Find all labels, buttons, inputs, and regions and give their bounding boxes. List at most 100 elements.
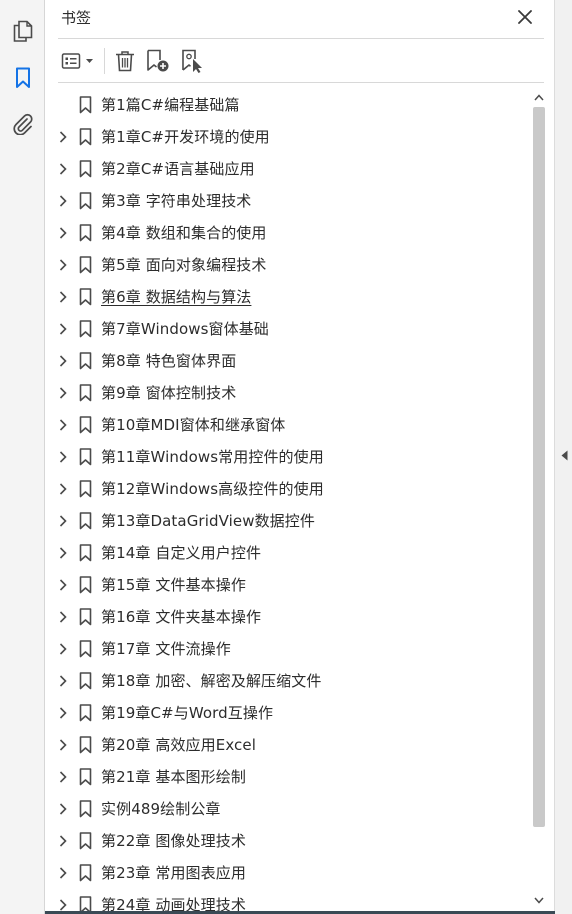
bookmark-row[interactable]: 第5章 面向对象编程技术 xyxy=(46,249,530,281)
bookmark-icon[interactable] xyxy=(9,64,37,92)
bookmark-row[interactable]: 第23章 常用图表应用 xyxy=(46,857,530,889)
new-bookmark-button[interactable] xyxy=(145,46,171,76)
chevron-right-icon[interactable] xyxy=(56,194,70,208)
chevron-right-icon[interactable] xyxy=(56,642,70,656)
bookmark-label[interactable]: 第13章DataGridView数据控件 xyxy=(101,511,315,531)
bookmark-row[interactable]: 第19章C#与Word互操作 xyxy=(46,697,530,729)
navigation-rail xyxy=(0,0,45,914)
bookmark-label[interactable]: 第4章 数组和集合的使用 xyxy=(101,223,267,243)
bookmark-label[interactable]: 第5章 面向对象编程技术 xyxy=(101,255,267,275)
bookmark-row[interactable]: 第8章 特色窗体界面 xyxy=(46,345,530,377)
bookmark-icon xyxy=(78,256,92,274)
bookmark-row[interactable]: 第12章Windows高级控件的使用 xyxy=(46,473,530,505)
chevron-right-icon[interactable] xyxy=(56,834,70,848)
bookmark-row[interactable]: 第6章 数据结构与算法 xyxy=(46,281,530,313)
chevron-right-icon[interactable] xyxy=(56,322,70,336)
chevron-right-icon[interactable] xyxy=(56,898,70,912)
bookmark-label[interactable]: 第1章C#开发环境的使用 xyxy=(101,127,270,147)
bookmark-label[interactable]: 第20章 高效应用Excel xyxy=(101,735,256,755)
scrollbar-thumb[interactable] xyxy=(533,107,545,827)
bookmark-row[interactable]: 第1篇C#编程基础篇 xyxy=(46,89,530,121)
bookmark-label[interactable]: 第10章MDI窗体和继承窗体 xyxy=(101,415,285,435)
chevron-right-icon[interactable] xyxy=(56,706,70,720)
chevron-right-icon[interactable] xyxy=(56,674,70,688)
bookmark-label[interactable]: 第23章 常用图表应用 xyxy=(101,863,246,883)
bookmark-label[interactable]: 第1篇C#编程基础篇 xyxy=(101,95,240,115)
bookmark-row[interactable]: 第1章C#开发环境的使用 xyxy=(46,121,530,153)
bookmark-row[interactable]: 实例489绘制公章 xyxy=(46,793,530,825)
bookmark-icon xyxy=(78,768,92,786)
bookmark-icon xyxy=(78,512,92,530)
bookmark-label[interactable]: 第14章 自定义用户控件 xyxy=(101,543,261,563)
chevron-right-icon[interactable] xyxy=(56,866,70,880)
bookmark-row[interactable]: 第10章MDI窗体和继承窗体 xyxy=(46,409,530,441)
chevron-right-icon[interactable] xyxy=(56,386,70,400)
bookmark-label[interactable]: 第22章 图像处理技术 xyxy=(101,831,246,851)
bookmark-row[interactable]: 第17章 文件流操作 xyxy=(46,633,530,665)
bookmark-row[interactable]: 第3章 字符串处理技术 xyxy=(46,185,530,217)
chevron-right-icon[interactable] xyxy=(56,450,70,464)
bookmark-label[interactable]: 第8章 特色窗体界面 xyxy=(101,351,236,371)
chevron-right-icon[interactable] xyxy=(56,482,70,496)
bookmark-label[interactable]: 第12章Windows高级控件的使用 xyxy=(101,479,324,499)
bookmark-label[interactable]: 第3章 字符串处理技术 xyxy=(101,191,251,211)
scroll-up-button[interactable] xyxy=(531,89,547,105)
bookmarks-toolbar xyxy=(46,40,554,82)
chevron-right-icon[interactable] xyxy=(56,610,70,624)
bookmark-icon xyxy=(78,832,92,850)
bookmark-row[interactable]: 第7章Windows窗体基础 xyxy=(46,313,530,345)
bookmark-label[interactable]: 第11章Windows常用控件的使用 xyxy=(101,447,324,467)
pages-icon[interactable] xyxy=(9,17,37,45)
bookmark-from-selection-button[interactable] xyxy=(180,46,206,76)
bookmark-row[interactable]: 第11章Windows常用控件的使用 xyxy=(46,441,530,473)
bookmark-label[interactable]: 第6章 数据结构与算法 xyxy=(101,287,251,307)
chevron-right-icon[interactable] xyxy=(56,290,70,304)
bookmark-row[interactable]: 第13章DataGridView数据控件 xyxy=(46,505,530,537)
close-button[interactable] xyxy=(514,6,536,28)
bookmark-label[interactable]: 第19章C#与Word互操作 xyxy=(101,703,273,723)
options-menu-button[interactable] xyxy=(60,46,98,76)
new-bookmark-icon xyxy=(147,49,169,72)
bookmark-icon xyxy=(78,448,92,466)
bookmark-icon xyxy=(78,416,92,434)
bookmark-row[interactable]: 第22章 图像处理技术 xyxy=(46,825,530,857)
bookmark-label[interactable]: 第17章 文件流操作 xyxy=(101,639,231,659)
bookmark-label[interactable]: 第16章 文件夹基本操作 xyxy=(101,607,261,627)
bookmark-row[interactable]: 第14章 自定义用户控件 xyxy=(46,537,530,569)
bookmark-row[interactable]: 第16章 文件夹基本操作 xyxy=(46,601,530,633)
bookmark-row[interactable]: 第15章 文件基本操作 xyxy=(46,569,530,601)
bookmark-label[interactable]: 第18章 加密、解密及解压缩文件 xyxy=(101,671,321,691)
bookmark-label[interactable]: 第2章C#语言基础应用 xyxy=(101,159,255,179)
scroll-down-button[interactable] xyxy=(531,892,547,908)
bookmark-label[interactable]: 实例489绘制公章 xyxy=(101,799,221,819)
chevron-right-icon[interactable] xyxy=(56,258,70,272)
chevron-right-icon[interactable] xyxy=(56,354,70,368)
bookmark-row[interactable]: 第20章 高效应用Excel xyxy=(46,729,530,761)
chevron-right-icon[interactable] xyxy=(56,802,70,816)
bookmark-label[interactable]: 第15章 文件基本操作 xyxy=(101,575,246,595)
collapse-panel-button[interactable] xyxy=(559,448,569,462)
bookmark-label[interactable]: 第7章Windows窗体基础 xyxy=(101,319,269,339)
bookmark-row[interactable]: 第4章 数组和集合的使用 xyxy=(46,217,530,249)
chevron-right-icon[interactable] xyxy=(56,546,70,560)
chevron-right-icon[interactable] xyxy=(56,162,70,176)
bookmark-row[interactable]: 第9章 窗体控制技术 xyxy=(46,377,530,409)
delete-button[interactable] xyxy=(112,46,138,76)
bookmark-icon xyxy=(78,288,92,306)
chevron-right-icon[interactable] xyxy=(56,738,70,752)
bookmark-row[interactable]: 第2章C#语言基础应用 xyxy=(46,153,530,185)
bookmark-row[interactable]: 第18章 加密、解密及解压缩文件 xyxy=(46,665,530,697)
chevron-right-icon[interactable] xyxy=(56,514,70,528)
chevron-right-icon[interactable] xyxy=(56,226,70,240)
bookmark-icon xyxy=(78,608,92,626)
chevron-right-icon[interactable] xyxy=(56,418,70,432)
attachment-icon[interactable] xyxy=(9,110,37,138)
toolbar-separator xyxy=(104,48,105,74)
chevron-right-icon[interactable] xyxy=(56,770,70,784)
bookmark-label[interactable]: 第9章 窗体控制技术 xyxy=(101,383,236,403)
bookmark-label[interactable]: 第21章 基本图形绘制 xyxy=(101,767,246,787)
vertical-scrollbar[interactable] xyxy=(531,89,547,914)
chevron-right-icon[interactable] xyxy=(56,130,70,144)
chevron-right-icon[interactable] xyxy=(56,578,70,592)
bookmark-row[interactable]: 第21章 基本图形绘制 xyxy=(46,761,530,793)
